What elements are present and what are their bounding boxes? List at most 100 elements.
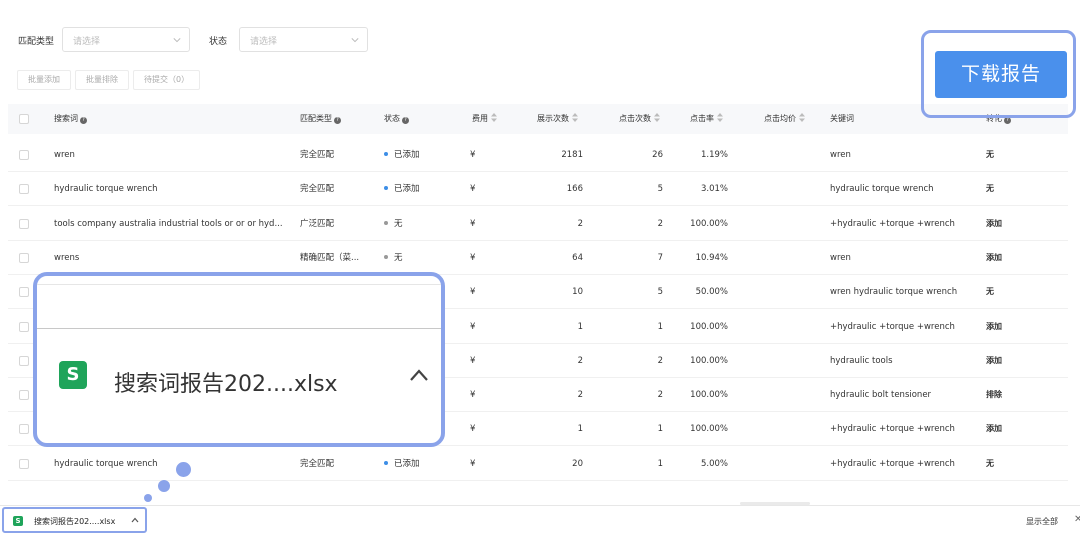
show-all-button[interactable]: 显示全部 (1026, 516, 1058, 527)
cell-keyword: wren (830, 252, 851, 263)
cell-action: 添加 (986, 321, 1002, 331)
status-label: 状态 (209, 37, 228, 47)
row-checkbox[interactable] (19, 390, 29, 401)
cell-clicks: 1 (657, 321, 663, 332)
cell-cost: ¥ (470, 150, 476, 160)
zoomed-file-name: 搜索词报告202....xlsx (114, 372, 338, 397)
cell-clicks: 1 (657, 424, 663, 435)
cell-keyword: wren (830, 150, 851, 160)
sort-icon (654, 113, 660, 122)
chevron-down-icon (173, 38, 181, 43)
row-checkbox[interactable] (19, 424, 29, 435)
match-type-select[interactable]: 请选择 (62, 27, 190, 52)
cell-action: 添加 (986, 218, 1002, 228)
spreadsheet-file-icon: S (13, 516, 23, 526)
row-checkbox[interactable] (19, 150, 29, 160)
cell-match: 广泛匹配 (300, 218, 335, 229)
row-checkbox[interactable] (19, 287, 29, 298)
cell-clicks: 26 (652, 150, 663, 160)
row-checkbox[interactable] (19, 355, 29, 366)
select-all-checkbox[interactable] (19, 114, 29, 124)
pending-submit-button[interactable]: 待提交（0） (133, 70, 201, 90)
chevron-down-icon (351, 38, 359, 43)
status-placeholder: 请选择 (250, 37, 278, 47)
row-checkbox[interactable] (19, 252, 29, 263)
cell-cost: ¥ (470, 458, 476, 469)
cell-status: 已添加 (384, 447, 464, 481)
callout-bubble (144, 494, 152, 502)
cell-impr: 2 (577, 355, 583, 366)
cell-clicks: 5 (657, 184, 663, 195)
help-icon: ? (402, 117, 409, 124)
table-row[interactable]: hydraulic torque wrench 完全匹配 已添加 ¥166 5 3.01%… (8, 172, 1068, 207)
cell-cpc (758, 241, 808, 275)
table-row[interactable]: wren 完全匹配 已添加 ¥2181 26 1.19% wren 无 (8, 138, 1068, 172)
cell-keyword: hydraulic tools (830, 355, 893, 366)
table-row[interactable]: wrens 精确匹配（菜... 无 ¥64 7 10.94% wren 添加 (8, 241, 1068, 275)
help-icon: ? (80, 117, 87, 124)
row-checkbox[interactable] (19, 218, 29, 229)
chevron-up-icon[interactable] (131, 517, 139, 523)
status-dot-icon (384, 220, 388, 225)
header-clicks[interactable]: 点击次数 (619, 104, 660, 134)
cell-keyword: wren hydraulic torque wrench (830, 287, 958, 298)
sort-icon (799, 113, 805, 122)
download-item[interactable]: S 搜索词报告202....xlsx (2, 507, 147, 533)
header-ctr[interactable]: 点击率 (690, 104, 723, 134)
cell-impr: 2 (577, 218, 583, 229)
cell-match: 完全匹配 (300, 184, 335, 195)
table-row[interactable]: hydraulic torque wrench 完全匹配 已添加 ¥20 1 5.00% +… (8, 447, 1068, 481)
cell-keyword: +hydraulic +torque +wrench (830, 321, 955, 332)
chevron-up-icon (410, 369, 428, 381)
cell-cpc (758, 275, 808, 309)
table-header: 搜索词? 匹配类型? 状态? 费用 展示次数 点击次数 点击率 点击均价 关键词… (8, 104, 1068, 134)
cell-term: wrens (54, 252, 80, 263)
cell-cpc (758, 378, 808, 412)
cell-ctr: 50.00% (695, 287, 728, 298)
header-match-type: 匹配类型? (300, 104, 341, 134)
cell-cpc (758, 172, 808, 206)
cell-clicks: 5 (657, 287, 663, 298)
cell-action: 无 (986, 184, 994, 194)
close-icon[interactable]: ✕ (1074, 514, 1080, 525)
cell-cpc (758, 207, 808, 241)
header-cost[interactable]: 费用 (472, 104, 497, 134)
cell-status: 无 (384, 207, 464, 241)
status-select[interactable]: 请选择 (239, 27, 368, 52)
cell-impr: 166 (566, 184, 583, 195)
cell-clicks: 2 (657, 355, 663, 366)
cell-cost: ¥ (470, 287, 476, 298)
cell-cpc (758, 412, 808, 446)
cell-clicks: 1 (657, 458, 663, 469)
header-impressions[interactable]: 展示次数 (537, 104, 578, 134)
row-checkbox[interactable] (19, 184, 29, 195)
download-file-name: 搜索词报告202....xlsx (34, 517, 116, 526)
batch-exclude-button[interactable]: 批量排除 (75, 70, 129, 90)
divider (37, 284, 441, 285)
cell-cost: ¥ (470, 424, 476, 435)
cell-impr: 64 (572, 252, 583, 263)
table-row[interactable]: tools company australia industrial tools… (8, 207, 1068, 241)
row-checkbox[interactable] (19, 458, 29, 469)
cell-action: 添加 (986, 424, 1002, 434)
match-type-placeholder: 请选择 (73, 37, 101, 47)
row-checkbox[interactable] (19, 321, 29, 332)
cell-clicks: 7 (657, 252, 663, 263)
help-icon: ? (334, 117, 341, 124)
header-cpc[interactable]: 点击均价 (764, 104, 805, 134)
cell-action: 添加 (986, 252, 1002, 262)
cell-term: hydraulic torque wrench (54, 458, 158, 469)
status-dot-icon (384, 152, 388, 156)
status-text: 无 (394, 252, 403, 263)
cell-term: wren (54, 150, 75, 160)
cell-clicks: 2 (657, 390, 663, 401)
batch-add-button[interactable]: 批量添加 (17, 70, 71, 90)
status-dot-icon (384, 186, 388, 191)
cell-impr: 1 (577, 321, 583, 332)
cell-ctr: 100.00% (690, 390, 728, 401)
cell-match: 完全匹配 (300, 458, 335, 469)
cell-cost: ¥ (470, 252, 476, 263)
cell-cpc (758, 310, 808, 344)
cell-keyword: hydraulic bolt tensioner (830, 390, 932, 401)
cell-ctr: 100.00% (690, 355, 728, 366)
